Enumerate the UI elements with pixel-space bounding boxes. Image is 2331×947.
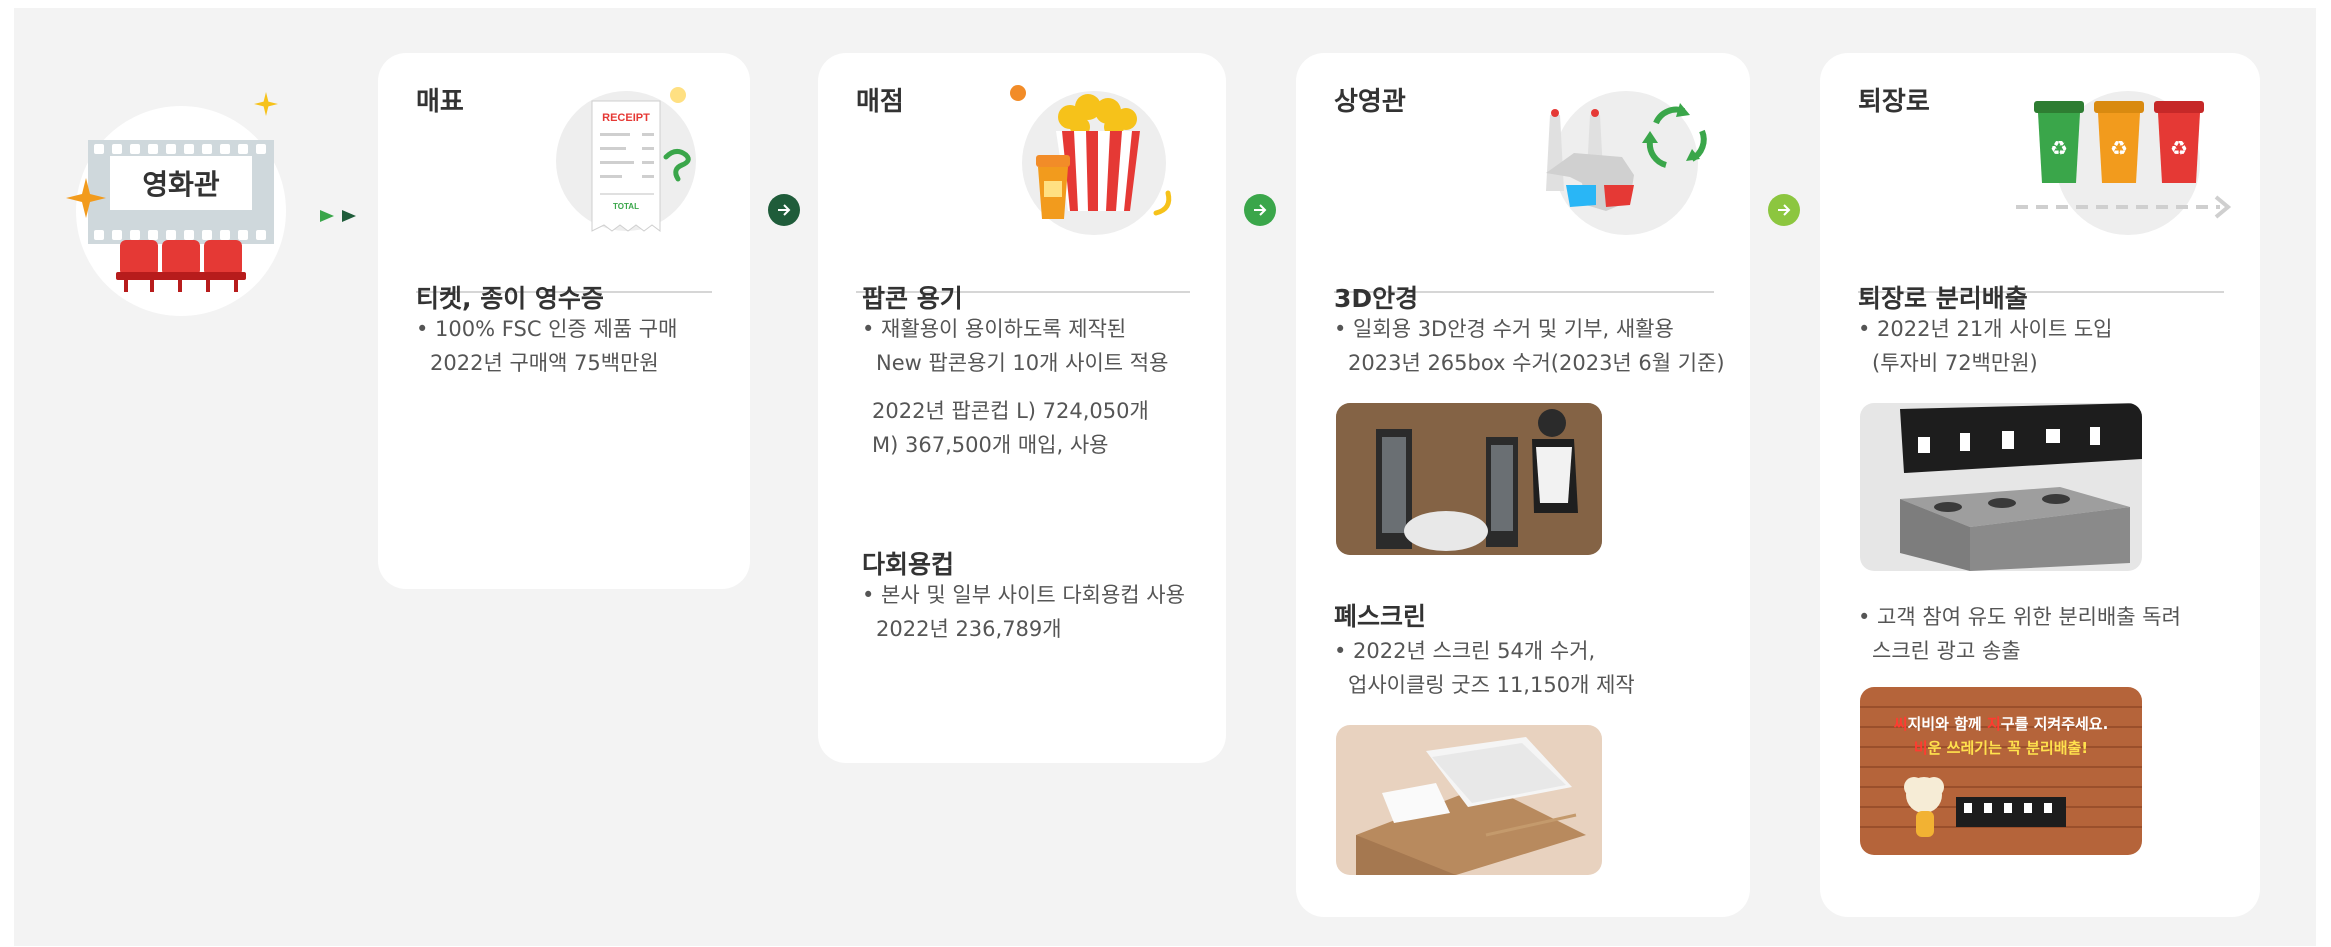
section-line: M) 367,500개 매입, 사용 — [872, 433, 1109, 457]
section-line: 2023년 265box 수거(2023년 6월 기준) — [1348, 351, 1725, 375]
section-line: 스크린 광고 송출 — [1872, 639, 2021, 663]
ad-line2-b: 운 쓰레기는 꼭 분리배출! — [1928, 739, 2089, 757]
upcycled-goods-photo — [1336, 725, 1602, 875]
card-title: 매점 — [856, 87, 904, 117]
arrow-right-icon — [778, 204, 791, 216]
svg-text:♻: ♻ — [2050, 136, 2068, 160]
section-title: 다회용컵 — [862, 550, 955, 579]
section-line: • 일회용 3D안경 수거 및 기부, 새활용 — [1334, 317, 1674, 341]
section-line: • 재활용이 용이하도록 제작된 — [862, 317, 1127, 341]
double-arrow-icon — [320, 210, 356, 222]
card-title: 상영관 — [1334, 87, 1406, 117]
section-title: 팝콘 용기 — [862, 284, 963, 313]
section-line: 2022년 236,789개 — [876, 617, 1062, 641]
section-line: (투자비 72백만원) — [1872, 351, 2038, 375]
section-line: • 본사 및 일부 사이트 다회용컵 사용 — [862, 583, 1185, 607]
section-line: • 고객 참여 유도 위한 분리배출 독려 — [1858, 605, 2181, 629]
popcorn-icon — [1010, 85, 1172, 235]
step-arrow-1 — [768, 194, 800, 226]
section-line: • 2022년 21개 사이트 도입 — [1858, 317, 2113, 341]
svg-text:♻: ♻ — [2110, 136, 2128, 160]
cinema-label: 영화관 — [110, 156, 252, 210]
step-arrow-3 — [1768, 194, 1800, 226]
section-line: 2022년 팝콘컵 L) 724,050개 — [872, 399, 1149, 423]
receipt-icon: RECEIPT TOTAL — [556, 87, 696, 232]
step-arrow-2 — [1244, 194, 1276, 226]
process-diagram: 영화관 매표 RECEIPT TOTAL 티켓, 종이 영수증 • 100% F… — [14, 8, 2316, 946]
arrow-right-icon — [1778, 204, 1791, 216]
3d-glasses-icon — [1546, 91, 1707, 235]
recycling-station-photo — [1860, 403, 2142, 571]
section-title: 티켓, 종이 영수증 — [416, 284, 604, 313]
card-ticketing: 매표 RECEIPT TOTAL 티켓, 종이 영수증 • 100% FSC 인… — [378, 53, 750, 589]
ad-line1-d: 구를 지켜주세요. — [2001, 715, 2109, 733]
section-line: 2022년 구매액 75백만원 — [430, 351, 659, 375]
ad-line-1: 씨지비와 함께 지구를 지켜주세요. — [1894, 715, 2109, 733]
section-line: • 2022년 스크린 54개 수거, — [1334, 639, 1596, 663]
section-title: 퇴장로 분리배출 — [1858, 284, 2028, 313]
svg-text:♻: ♻ — [2170, 136, 2188, 160]
ad-line1-c: 지 — [1987, 715, 2001, 733]
film-strip-icon — [88, 140, 274, 292]
card-title: 매표 — [416, 87, 464, 117]
card-title: 퇴장로 — [1858, 87, 1930, 117]
ad-line2-a: 비 — [1914, 739, 1928, 757]
glasses-collection-photo — [1336, 403, 1602, 555]
section-line: New 팝콘용기 10개 사이트 적용 — [876, 351, 1169, 375]
card-snack-bar: 매점 팝콘 용기 • 재활용이 용이하도록 제작된 New 팝콘용기 10개 사… — [818, 53, 1226, 763]
ad-line1-a: 씨 — [1894, 715, 1908, 733]
section-title: 폐스크린 — [1334, 602, 1427, 631]
card-theater: 상영관 3D안경 • 일회용 3D안경 수거 및 기부, 새활용 2023년 2… — [1296, 53, 1750, 917]
ad-line1-b: 지비와 함께 — [1908, 715, 1987, 733]
section-title: 3D안경 — [1334, 284, 1419, 313]
cinema-badge: 영화관 — [76, 106, 286, 316]
sparkle-icon — [66, 178, 106, 218]
sparkle-small-icon — [254, 92, 278, 116]
section-line: • 100% FSC 인증 제품 구매 — [416, 317, 678, 341]
arrow-right-icon — [1254, 204, 1267, 216]
receipt-title: RECEIPT — [602, 112, 650, 124]
section-line: 업사이클링 굿즈 11,150개 제작 — [1348, 673, 1635, 697]
recycle-bins-icon: ♻ ♻ ♻ — [2016, 91, 2232, 235]
card-exit: 퇴장로 ♻ ♻ ♻ 퇴장로 분리배출 • 2022년 21개 사이트 도입 (투… — [1820, 53, 2260, 917]
receipt-total: TOTAL — [613, 202, 639, 211]
screen-ad-photo: 씨지비와 함께 지구를 지켜주세요. 비운 쓰레기는 꼭 분리배출! — [1860, 687, 2142, 855]
ad-line-2: 비운 쓰레기는 꼭 분리배출! — [1914, 739, 2088, 757]
